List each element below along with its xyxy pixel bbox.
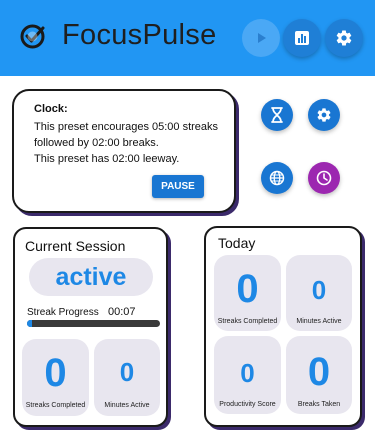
gear-icon bbox=[335, 29, 353, 47]
today-card: Today 0 Streaks Completed 0 Minutes Acti… bbox=[204, 226, 362, 427]
timer-button[interactable] bbox=[261, 99, 293, 131]
session-status-badge: active bbox=[29, 258, 153, 296]
stat-value: 0 bbox=[119, 357, 135, 387]
streak-progress-bar bbox=[27, 320, 160, 327]
stat-label: Streaks Completed bbox=[25, 402, 86, 409]
language-button[interactable] bbox=[261, 162, 293, 194]
stat-value: 0 bbox=[236, 267, 259, 311]
app-header: FocusPulse bbox=[0, 0, 375, 76]
stat-label: Streaks Completed bbox=[217, 318, 278, 325]
stat-value: 0 bbox=[307, 350, 331, 394]
stat-label: Minutes Active bbox=[104, 402, 150, 409]
gear-icon bbox=[316, 107, 332, 123]
play-button[interactable] bbox=[242, 19, 280, 57]
clock-description: This preset encourages 05:00 streaks fol… bbox=[34, 119, 229, 167]
checkmark-clock-icon bbox=[19, 23, 46, 50]
stat-value: 0 bbox=[311, 275, 327, 305]
app-title: FocusPulse bbox=[62, 19, 217, 51]
stat-value: 0 bbox=[44, 351, 67, 395]
stat-label: Productivity Score bbox=[219, 401, 276, 408]
play-icon bbox=[254, 31, 268, 45]
hourglass-icon bbox=[270, 107, 284, 123]
clock-card: Clock: This preset encourages 05:00 stre… bbox=[12, 89, 236, 213]
globe-icon bbox=[269, 170, 285, 186]
stat-tile: 0 Minutes Active bbox=[94, 339, 160, 416]
session-title: Current Session bbox=[25, 238, 126, 254]
bar-chart-icon bbox=[294, 30, 310, 46]
history-button[interactable] bbox=[308, 162, 340, 194]
stat-tile: 0 Breaks Taken bbox=[286, 336, 352, 414]
current-session-card: Current Session active Streak Progress 0… bbox=[13, 227, 168, 427]
streak-progress-time: 00:07 bbox=[108, 306, 136, 318]
stat-label: Minutes Active bbox=[296, 318, 342, 325]
stat-tile: 0 Productivity Score bbox=[214, 336, 281, 414]
stat-label: Breaks Taken bbox=[297, 401, 341, 408]
pause-button[interactable]: PAUSE bbox=[152, 175, 204, 198]
streak-progress-label: Streak Progress bbox=[27, 307, 99, 318]
clock-line-2: This preset has 02:00 leeway. bbox=[34, 153, 180, 165]
stat-tile: 0 Minutes Active bbox=[286, 255, 352, 331]
stats-button[interactable] bbox=[283, 19, 321, 57]
stat-tile: 0 Streaks Completed bbox=[214, 255, 281, 331]
streak-progress-fill bbox=[27, 320, 33, 327]
stat-tile: 0 Streaks Completed bbox=[22, 339, 89, 416]
stat-value: 0 bbox=[240, 358, 255, 388]
settings-button[interactable] bbox=[325, 19, 363, 57]
clock-title: Clock: bbox=[34, 103, 68, 115]
today-title: Today bbox=[218, 235, 256, 251]
preset-settings-button[interactable] bbox=[308, 99, 340, 131]
clock-icon bbox=[316, 170, 332, 186]
clock-line-1: This preset encourages 05:00 streaks fol… bbox=[34, 121, 219, 149]
